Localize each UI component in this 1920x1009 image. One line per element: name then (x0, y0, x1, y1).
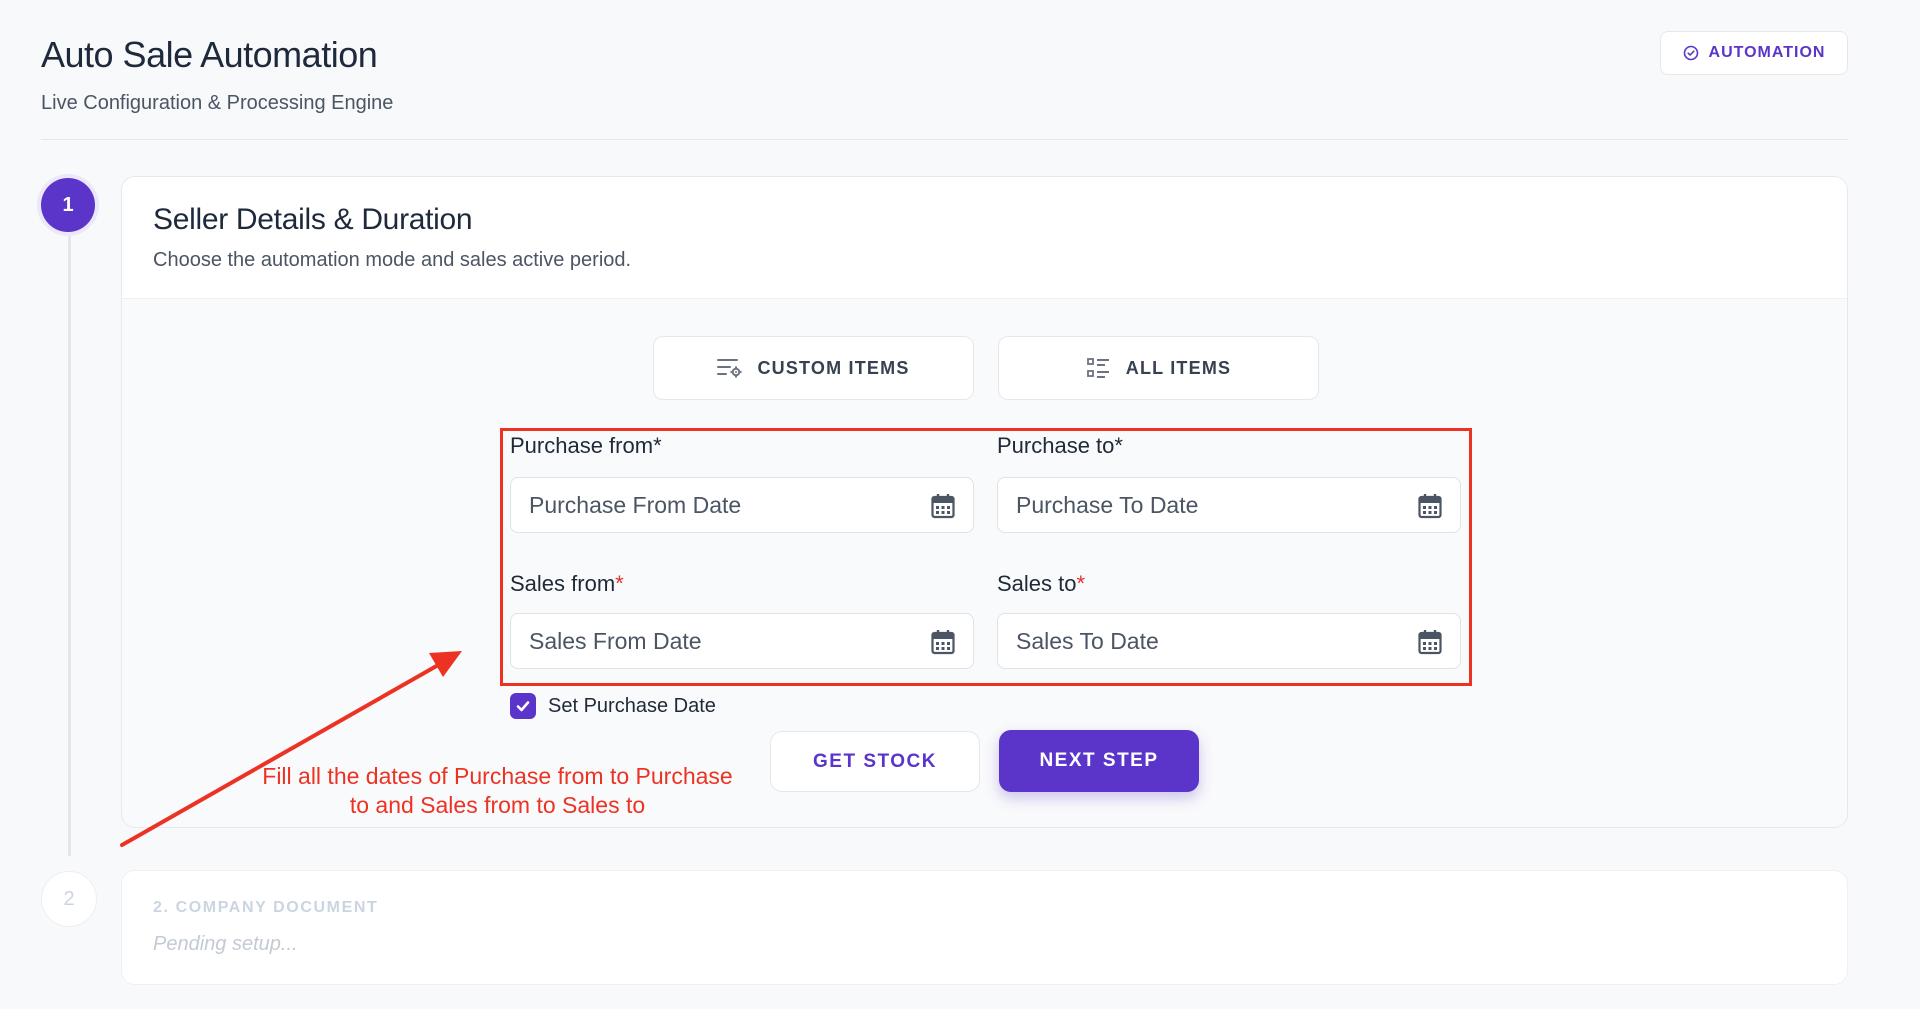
calendar-icon[interactable] (931, 493, 955, 519)
stepper-line (68, 224, 71, 856)
sales-to-required: * (1076, 571, 1086, 596)
purchase-to-input[interactable]: Purchase To Date (997, 477, 1461, 533)
set-purchase-date-checkbox[interactable] (510, 693, 536, 719)
annotation-text: Fill all the dates of Purchase from to P… (262, 763, 733, 818)
page-subtitle: Live Configuration & Processing Engine (41, 92, 394, 114)
step-2-card: 2. COMPANY DOCUMENT Pending setup... (121, 870, 1848, 985)
all-items-button[interactable]: ALL ITEMS (998, 336, 1319, 400)
calendar-icon[interactable] (1418, 629, 1442, 655)
sales-from-required: * (615, 571, 624, 596)
set-purchase-date-label: Set Purchase Date (548, 694, 716, 717)
step-1-number: 1 (41, 178, 95, 232)
all-items-label: ALL ITEMS (1125, 357, 1232, 378)
get-stock-button[interactable]: GET STOCK (770, 731, 980, 792)
sales-from-placeholder: Sales From Date (529, 627, 702, 654)
sales-to-label-text: Sales to (997, 571, 1077, 596)
sales-to-placeholder: Sales To Date (1016, 627, 1159, 654)
next-step-button[interactable]: NEXT STEP (999, 730, 1199, 792)
sales-from-label: Sales from* (510, 571, 624, 597)
custom-items-button[interactable]: CUSTOM ITEMS (653, 336, 974, 400)
custom-items-label: CUSTOM ITEMS (757, 357, 910, 378)
purchase-from-required: * (653, 433, 662, 458)
step-1-title: Seller Details & Duration (153, 203, 473, 236)
page-header: Auto Sale Automation Live Configuration … (41, 34, 393, 115)
purchase-from-placeholder: Purchase From Date (529, 491, 742, 518)
filter-settings-icon (717, 359, 742, 378)
purchase-to-label: Purchase to* (997, 433, 1123, 459)
sales-to-label: Sales to* (997, 571, 1085, 597)
list-icon (1086, 358, 1109, 378)
step-1-card: Seller Details & Duration Choose the aut… (121, 176, 1848, 828)
purchase-from-label: Purchase from* (510, 433, 662, 459)
step-2-indicator: 2 (41, 871, 97, 927)
purchase-to-placeholder: Purchase To Date (1016, 491, 1199, 518)
sales-from-label-text: Sales from (510, 571, 616, 596)
step-1-header: Seller Details & Duration Choose the aut… (122, 177, 1847, 299)
automation-badge[interactable]: AUTOMATION (1660, 31, 1848, 75)
purchase-from-label-text: Purchase from (510, 433, 654, 458)
step-2-title: 2. COMPANY DOCUMENT (153, 899, 379, 916)
page-title: Auto Sale Automation (41, 34, 378, 75)
purchase-from-input[interactable]: Purchase From Date (510, 477, 974, 533)
sales-from-input[interactable]: Sales From Date (510, 613, 974, 669)
step-1-description: Choose the automation mode and sales act… (153, 249, 632, 271)
purchase-to-required: * (1114, 433, 1123, 458)
step-2-status: Pending setup... (153, 933, 298, 955)
calendar-icon[interactable] (1418, 493, 1442, 519)
automation-badge-label: AUTOMATION (1708, 44, 1826, 61)
calendar-icon[interactable] (931, 629, 955, 655)
set-purchase-date-row[interactable]: Set Purchase Date (510, 693, 716, 719)
check-circle-icon (1683, 45, 1698, 61)
checkmark-icon (516, 701, 530, 712)
header-divider (41, 139, 1848, 140)
purchase-to-label-text: Purchase to (997, 433, 1115, 458)
step-1-indicator: 1 (37, 174, 99, 236)
sales-to-input[interactable]: Sales To Date (997, 613, 1461, 669)
